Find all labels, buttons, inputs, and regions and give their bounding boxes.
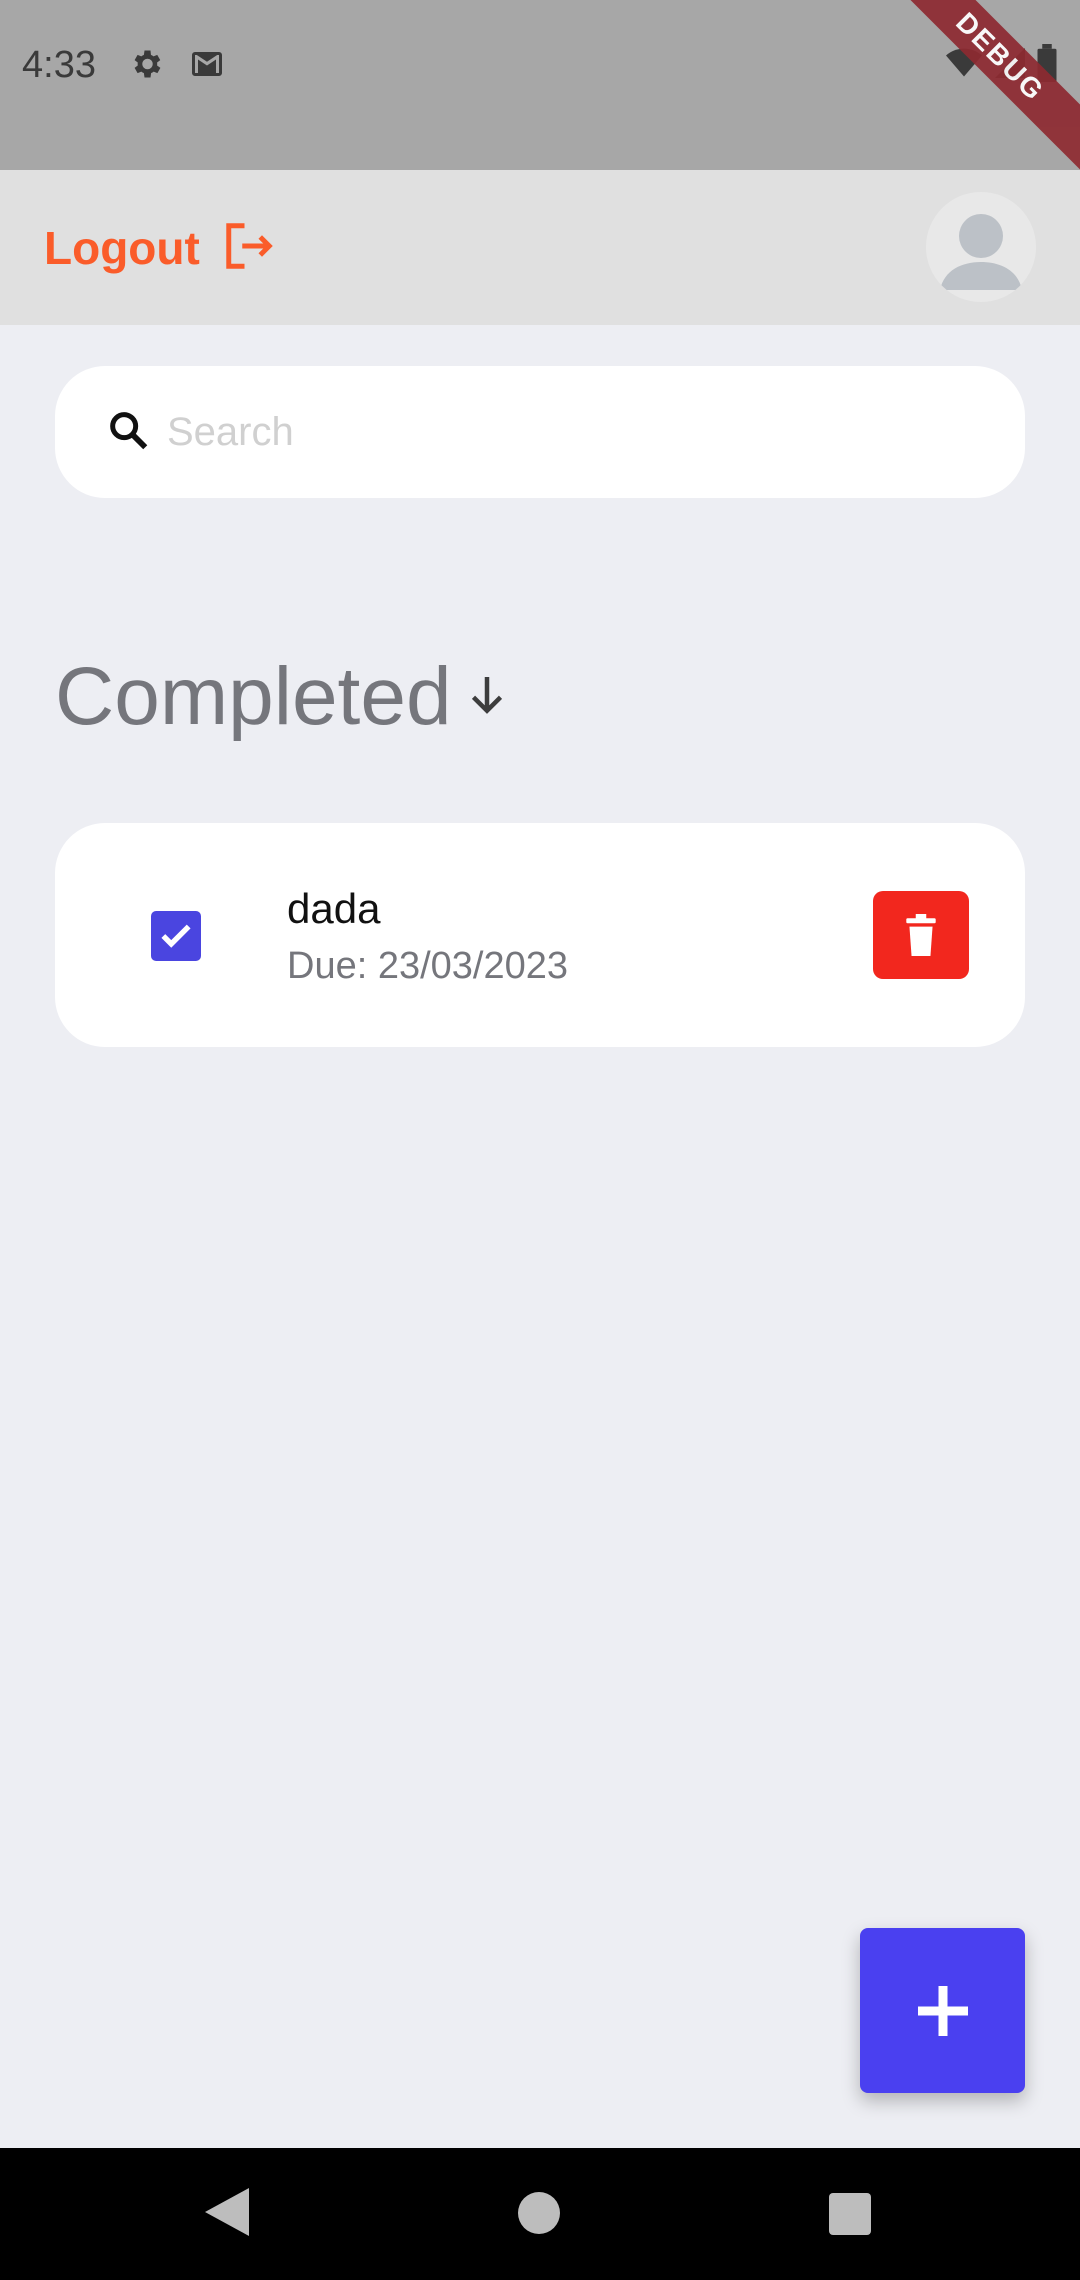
search-icon xyxy=(105,407,151,458)
delete-task-button[interactable] xyxy=(873,891,969,979)
check-icon xyxy=(161,924,191,948)
recent-apps-icon[interactable] xyxy=(829,2193,871,2235)
add-task-button[interactable] xyxy=(860,1928,1025,2093)
gmail-icon xyxy=(188,46,226,87)
avatar[interactable] xyxy=(926,192,1036,302)
person-icon xyxy=(940,214,1022,290)
section-title: Completed xyxy=(55,651,452,742)
system-nav-bar xyxy=(0,2148,1080,2280)
app-bar: Logout xyxy=(0,170,1080,325)
screen: 4:33 DEBUG Logout Search Completed dada … xyxy=(0,0,1080,2280)
task-card[interactable]: dada Due: 23/03/2023 xyxy=(55,823,1025,1047)
arrow-down-icon xyxy=(460,665,514,730)
section-header[interactable]: Completed xyxy=(55,650,514,744)
logout-button[interactable]: Logout xyxy=(44,216,276,280)
logout-label: Logout xyxy=(44,222,200,274)
settings-icon xyxy=(128,46,164,87)
trash-icon xyxy=(906,914,936,956)
task-checkbox[interactable] xyxy=(151,911,201,961)
search-input[interactable] xyxy=(167,409,967,455)
back-icon[interactable] xyxy=(205,2188,249,2241)
task-due-date: Due: 23/03/2023 xyxy=(287,945,569,987)
task-title: dada xyxy=(287,885,381,932)
search-bar[interactable] xyxy=(55,366,1025,498)
debug-banner: DEBUG xyxy=(877,0,1080,180)
status-time: 4:33 xyxy=(22,44,96,86)
status-bar: 4:33 DEBUG xyxy=(0,0,1080,180)
plus-icon xyxy=(917,1985,968,2036)
home-icon[interactable] xyxy=(518,2192,560,2234)
logout-icon xyxy=(222,219,276,278)
